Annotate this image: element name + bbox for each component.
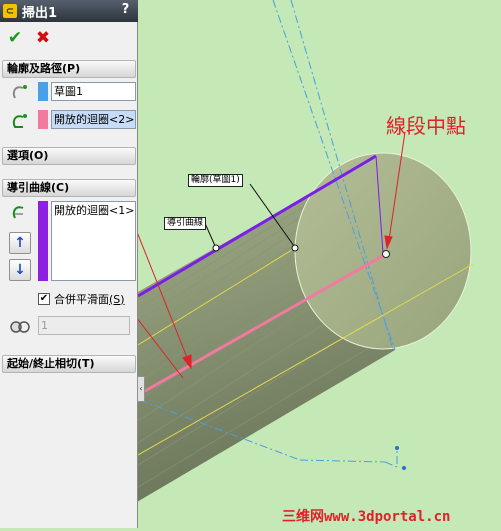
profile-tag[interactable]: 輪廓(草圖1) xyxy=(188,174,243,187)
checkbox-box[interactable]: ✔ xyxy=(38,293,50,305)
profile-icon xyxy=(8,81,30,103)
profile-color-swatch xyxy=(38,82,48,101)
move-down-button[interactable]: ↓ xyxy=(9,259,31,281)
panel-collapse-handle[interactable]: ‹ xyxy=(137,376,145,402)
path-field[interactable]: 開放的迴圈<2> xyxy=(51,110,136,129)
panel-title: 掃出1 xyxy=(22,5,58,21)
sweep-feature-icon: ⊂ xyxy=(3,4,17,18)
panel-titlebar: ⊂ 掃出1 ? xyxy=(0,0,138,22)
path-color-swatch xyxy=(38,110,48,129)
guide-curve-list-item[interactable]: 開放的迴圈<1> xyxy=(54,202,135,219)
guide-curve-icon xyxy=(8,201,30,223)
guide-color-swatch xyxy=(38,201,48,281)
watermark: 三维网www.3dportal.cn xyxy=(282,509,451,525)
guide-curve-tag[interactable]: 導引曲線 xyxy=(164,217,207,230)
start-end-tangency-header[interactable]: 起始/終止相切(T) xyxy=(2,355,136,373)
merge-smooth-faces-label: 合併平滑面 xyxy=(54,293,109,306)
property-manager-panel: ⊂ 掃出1 ? ✔ ✖ 輪廓及路徑(P) 草圖1 開放的迴圈<2> 選項(O) … xyxy=(0,0,138,528)
cross-icon[interactable]: ✖ xyxy=(34,29,52,47)
check-icon[interactable]: ✔ xyxy=(6,29,24,47)
midpoint-callout: 線段中點 xyxy=(386,114,466,138)
guide-curve-list[interactable]: 開放的迴圈<1> xyxy=(51,201,136,281)
show-sections-icon[interactable] xyxy=(9,316,31,338)
ok-cancel-row: ✔ ✖ xyxy=(0,24,138,52)
options-header[interactable]: 選項(O) xyxy=(2,147,136,165)
path-icon xyxy=(8,110,30,132)
merge-smooth-faces-checkbox[interactable]: ✔ 合併平滑面 (S) xyxy=(38,291,125,307)
profile-path-header[interactable]: 輪廓及路徑(P) xyxy=(2,60,136,78)
guide-curves-header[interactable]: 導引曲線(C) xyxy=(2,179,136,197)
index-spinner[interactable]: 1 xyxy=(38,316,130,335)
merge-smooth-faces-shortcut: (S) xyxy=(109,292,125,306)
move-up-button[interactable]: ↑ xyxy=(9,232,31,254)
help-button[interactable]: ? xyxy=(118,2,133,18)
midpoint-marker[interactable] xyxy=(382,250,390,258)
profile-field[interactable]: 草圖1 xyxy=(51,82,136,101)
